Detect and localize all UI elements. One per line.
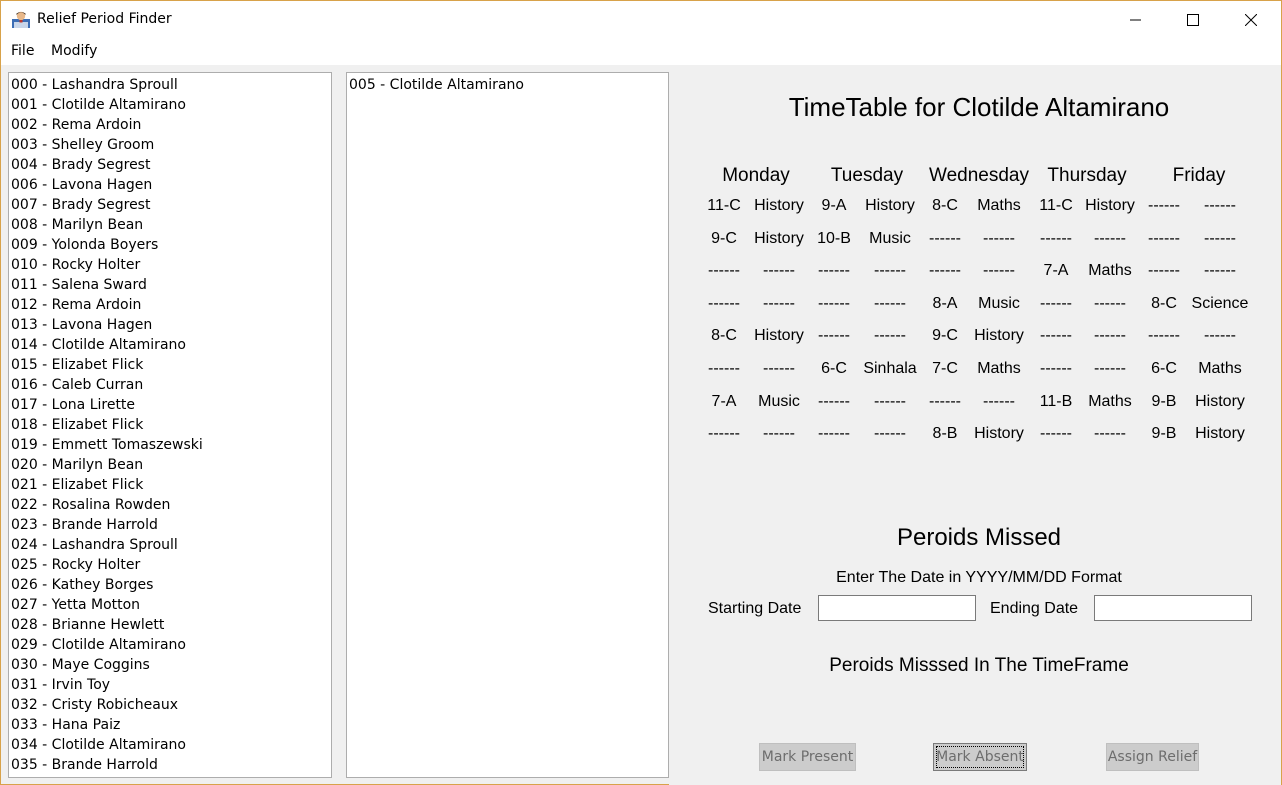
list-item[interactable]: 009 - Yolonda Boyers <box>11 235 331 255</box>
ending-date-input[interactable] <box>1094 595 1252 621</box>
timetable-subject-cell: ------ <box>1204 262 1236 280</box>
list-item[interactable]: 005 - Clotilde Altamirano <box>349 75 668 95</box>
menu-file[interactable]: File <box>11 43 34 59</box>
list-item[interactable]: 034 - Clotilde Altamirano <box>11 735 331 755</box>
selected-teacher-list[interactable]: 005 - Clotilde Altamirano <box>346 72 669 778</box>
timetable-subject-cell: ------ <box>1204 229 1236 247</box>
list-item[interactable]: 001 - Clotilde Altamirano <box>11 95 331 115</box>
day-header-thursday: Thursday <box>1047 165 1127 186</box>
mark-present-button[interactable]: Mark Present <box>759 743 856 771</box>
list-item[interactable]: 010 - Rocky Holter <box>11 255 331 275</box>
app-icon <box>11 10 31 30</box>
timetable-subject-cell: History <box>1195 392 1245 410</box>
ending-date-label: Ending Date <box>990 600 1079 617</box>
close-button[interactable] <box>1222 1 1280 39</box>
list-item[interactable]: 013 - Lavona Hagen <box>11 315 331 335</box>
periods-missed-title: Peroids Missed <box>896 524 1062 551</box>
list-item[interactable]: 016 - Caleb Curran <box>11 375 331 395</box>
date-format-hint: Enter The Date in YYYY/MM/DD Format <box>836 569 1122 586</box>
menu-modify[interactable]: Modify <box>51 43 97 59</box>
teacher-list[interactable]: 000 - Lashandra Sproull 001 - Clotilde Al… <box>8 72 332 778</box>
timetable-subject-cell: History <box>1195 425 1245 443</box>
maximize-icon <box>1187 14 1199 26</box>
list-item[interactable]: 033 - Hana Paiz <box>11 715 331 735</box>
title-bar: Relief Period Finder <box>1 1 1281 39</box>
window-title: Relief Period Finder <box>37 11 172 27</box>
day-header-monday: Monday <box>722 165 790 186</box>
list-item[interactable]: 003 - Shelley Groom <box>11 135 331 155</box>
list-item[interactable]: 017 - Lona Lirette <box>11 395 331 415</box>
list-item[interactable]: 031 - Irvin Toy <box>11 675 331 695</box>
list-item[interactable]: 015 - Elizabet Flick <box>11 355 331 375</box>
list-item[interactable]: 011 - Salena Sward <box>11 275 331 295</box>
minimize-button[interactable] <box>1107 1 1165 39</box>
list-item[interactable]: 012 - Rema Ardoin <box>11 295 331 315</box>
list-item[interactable]: 027 - Yetta Motton <box>11 595 331 615</box>
list-item[interactable]: 025 - Rocky Holter <box>11 555 331 575</box>
list-item[interactable]: 023 - Brande Harrold <box>11 515 331 535</box>
timetable-subject-cell: ------ <box>1204 327 1236 345</box>
day-header-wednesday: Wednesday <box>929 165 1029 186</box>
list-item[interactable]: 032 - Cristy Robicheaux <box>11 695 331 715</box>
list-item[interactable]: 000 - Lashandra Sproull <box>11 75 331 95</box>
mark-absent-button[interactable]: Mark Absent <box>933 743 1027 771</box>
day-header-friday: Friday <box>1172 165 1226 186</box>
assign-relief-button[interactable]: Assign Relief <box>1106 743 1199 771</box>
list-item[interactable]: 022 - Rosalina Rowden <box>11 495 331 515</box>
app-window: Relief Period Finder File Modify 000 - L… <box>0 0 1282 785</box>
timetable-subject-cell: Science <box>1191 294 1249 312</box>
close-icon <box>1245 14 1257 26</box>
list-item[interactable]: 004 - Brady Segrest <box>11 155 331 175</box>
minimize-icon <box>1130 19 1141 21</box>
list-item[interactable]: 007 - Brady Segrest <box>11 195 331 215</box>
starting-date-input[interactable] <box>818 595 976 621</box>
list-item[interactable]: 028 - Brianne Hewlett <box>11 615 331 635</box>
list-item[interactable]: 035 - Brande Harrold <box>11 755 331 775</box>
list-item[interactable]: 019 - Emmett Tomaszewski <box>11 435 331 455</box>
list-item[interactable]: 029 - Clotilde Altamirano <box>11 635 331 655</box>
list-item[interactable]: 018 - Elizabet Flick <box>11 415 331 435</box>
periods-missed-result: Peroids Misssed In The TimeFrame <box>829 655 1129 676</box>
maximize-button[interactable] <box>1164 1 1222 39</box>
timetable-panel: TimeTable for Clotilde Altamirano Monday… <box>669 65 1281 785</box>
list-item[interactable]: 021 - Elizabet Flick <box>11 475 331 495</box>
list-item[interactable]: 014 - Clotilde Altamirano <box>11 335 331 355</box>
timetable-subject-cell: ------ <box>1204 197 1236 214</box>
timetable-title: TimeTable for Clotilde Altamirano <box>788 92 1170 122</box>
menu-bar: File Modify <box>1 39 1281 65</box>
timetable-subject-cell: Maths <box>1198 360 1242 377</box>
starting-date-label: Starting Date <box>708 600 802 617</box>
list-item[interactable]: 026 - Kathey Borges <box>11 575 331 595</box>
list-item[interactable]: 006 - Lavona Hagen <box>11 175 331 195</box>
list-item[interactable]: 030 - Maye Coggins <box>11 655 331 675</box>
list-item[interactable]: 002 - Rema Ardoin <box>11 115 331 135</box>
list-item[interactable]: 020 - Marilyn Bean <box>11 455 331 475</box>
day-header-tuesday: Tuesday <box>830 165 904 186</box>
list-item[interactable]: 008 - Marilyn Bean <box>11 215 331 235</box>
list-item[interactable]: 024 - Lashandra Sproull <box>11 535 331 555</box>
